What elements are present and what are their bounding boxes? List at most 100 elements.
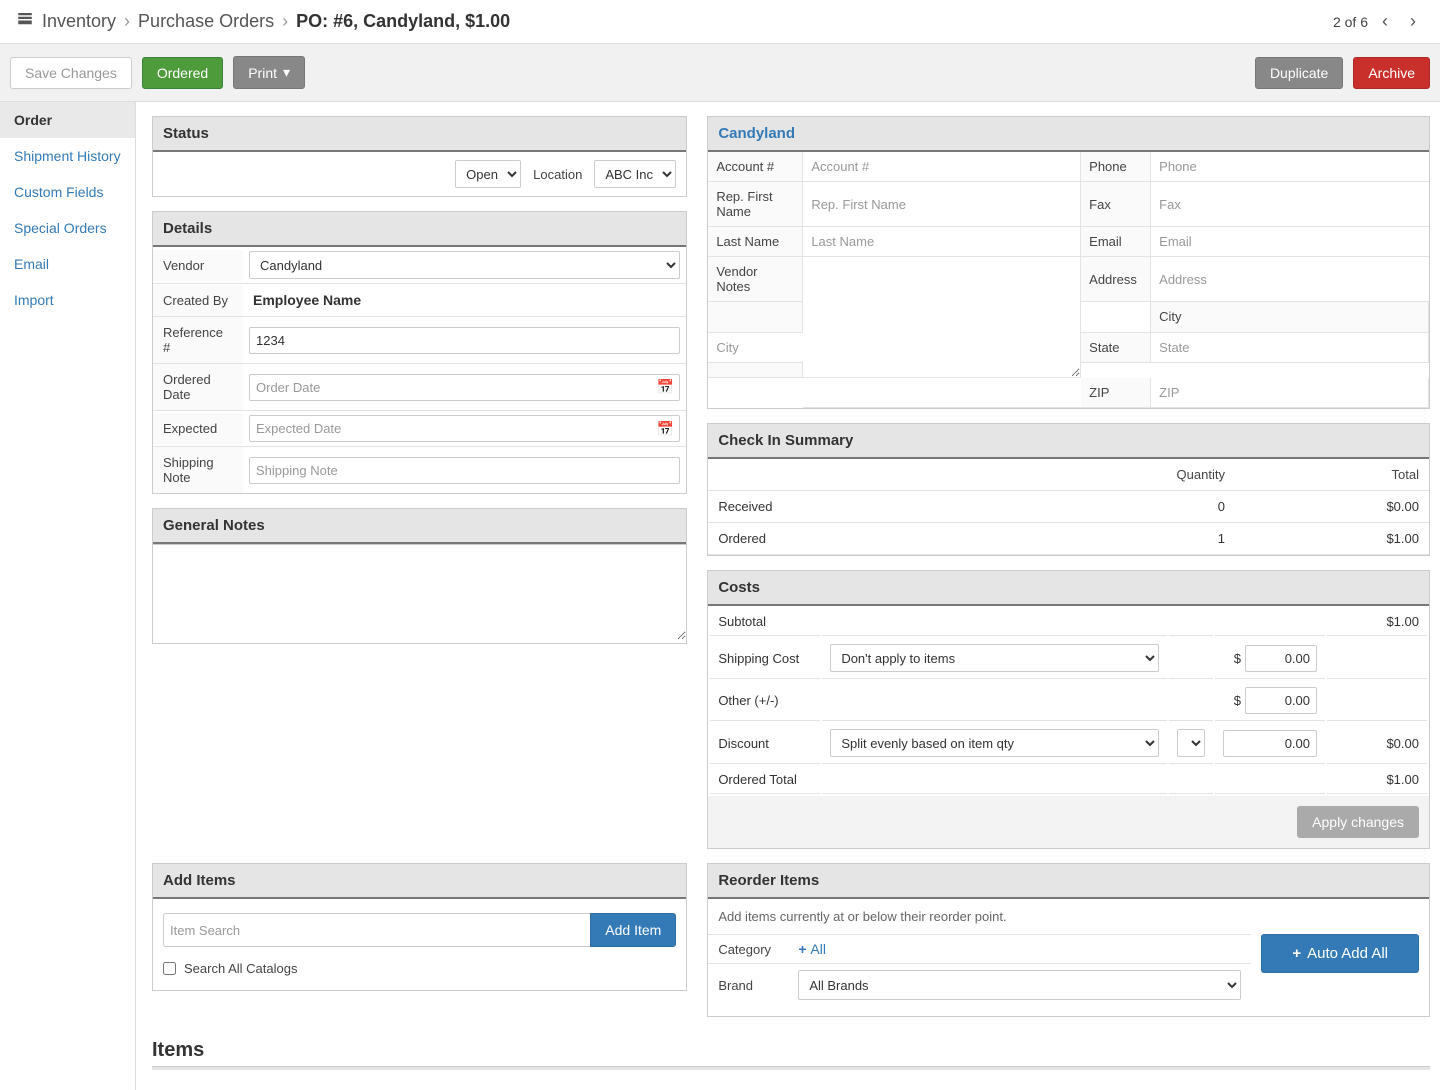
vendor-contact-title[interactable]: Candyland	[708, 117, 1429, 152]
address-label: Address	[1081, 257, 1151, 302]
phone-input[interactable]	[1159, 159, 1421, 174]
shipping-note-input[interactable]	[249, 457, 680, 484]
vendor-select[interactable]: Candyland	[249, 251, 680, 279]
subtotal-label: Subtotal	[710, 608, 820, 636]
received-total: $0.00	[1235, 491, 1429, 523]
details-panel: Details Vendor Candyland Created By Empl…	[152, 211, 687, 494]
shipping-cost-select[interactable]: Don't apply to items	[830, 644, 1159, 672]
received-qty: 0	[982, 491, 1235, 523]
received-label: Received	[708, 491, 982, 523]
chevron-down-icon: ▾	[283, 64, 290, 81]
sidebar: Order Shipment History Custom Fields Spe…	[0, 102, 136, 1090]
sidebar-item-order[interactable]: Order	[0, 102, 135, 138]
breadcrumb-mid[interactable]: Purchase Orders	[138, 11, 274, 32]
chevron-right-icon: ›	[124, 11, 130, 32]
reference-input[interactable]	[249, 327, 680, 354]
account-input[interactable]	[811, 159, 1072, 174]
sidebar-item-import[interactable]: Import	[0, 282, 135, 318]
details-title: Details	[153, 212, 686, 247]
qty-header: Quantity	[982, 459, 1235, 491]
shipping-cost-label: Shipping Cost	[710, 638, 820, 679]
auto-add-all-button[interactable]: + Auto Add All	[1261, 934, 1419, 973]
discount-label: Discount	[710, 723, 820, 764]
vendor-contact-panel: Candyland Account # Phone Rep. First Nam…	[707, 116, 1430, 409]
print-button[interactable]: Print ▾	[233, 56, 305, 89]
print-label: Print	[248, 65, 277, 81]
category-label: Category	[718, 942, 788, 957]
location-label: Location	[533, 167, 582, 182]
apply-changes-button[interactable]: Apply changes	[1297, 806, 1419, 838]
items-section-title: Items	[152, 1031, 1430, 1066]
last-name-label: Last Name	[708, 227, 803, 257]
brand-select[interactable]: All Brands	[798, 970, 1241, 1000]
shipping-cost-input[interactable]	[1245, 645, 1317, 672]
fax-input[interactable]	[1159, 197, 1421, 212]
subtotal-value: $1.00	[1327, 608, 1427, 636]
breadcrumb-bar: Inventory › Purchase Orders › PO: #6, Ca…	[0, 0, 1440, 44]
sidebar-item-custom-fields[interactable]: Custom Fields	[0, 174, 135, 210]
sidebar-item-shipment-history[interactable]: Shipment History	[0, 138, 135, 174]
vendor-label: Vendor	[153, 250, 243, 281]
address-input[interactable]	[1159, 272, 1421, 287]
ordered-total: $1.00	[1235, 523, 1429, 555]
category-all-link[interactable]: + All	[798, 941, 826, 957]
ordered-total-label: Ordered Total	[710, 766, 820, 794]
reorder-note: Add items currently at or below their re…	[708, 899, 1429, 934]
sidebar-item-special-orders[interactable]: Special Orders	[0, 210, 135, 246]
ordered-button[interactable]: Ordered	[142, 57, 223, 89]
general-notes-textarea[interactable]	[153, 544, 686, 640]
duplicate-button[interactable]: Duplicate	[1255, 57, 1343, 89]
pager-next-button[interactable]: ›	[1402, 11, 1424, 33]
checkin-panel: Check In Summary Quantity Total Received…	[707, 423, 1430, 556]
email-label: Email	[1081, 227, 1151, 257]
add-items-title: Add Items	[153, 864, 686, 899]
table-row: Received 0 $0.00	[708, 491, 1429, 523]
vendor-notes-textarea[interactable]	[803, 257, 1080, 377]
ordered-date-label: Ordered Date	[153, 364, 243, 410]
sidebar-item-email[interactable]: Email	[0, 246, 135, 282]
city-input[interactable]	[716, 340, 795, 355]
search-all-catalogs-label[interactable]: Search All Catalogs	[163, 947, 676, 976]
ordered-total-value: $1.00	[1327, 766, 1427, 794]
state-label: State	[1081, 333, 1151, 363]
chevron-right-icon: ›	[282, 11, 288, 32]
state-input[interactable]	[1159, 340, 1420, 355]
createdby-label: Created By	[153, 285, 243, 316]
add-items-panel: Add Items Add Item Search All Catalogs	[152, 863, 687, 991]
last-name-input[interactable]	[811, 234, 1072, 249]
fax-label: Fax	[1081, 182, 1151, 227]
expected-date-input[interactable]	[249, 415, 680, 442]
plus-icon: +	[1292, 945, 1301, 962]
items-rule	[152, 1066, 1430, 1070]
archive-button[interactable]: Archive	[1353, 57, 1430, 89]
checkin-title: Check In Summary	[708, 424, 1429, 459]
discount-select[interactable]: Split evenly based on item qty	[830, 729, 1159, 757]
currency-symbol: $	[1234, 693, 1241, 708]
toolbar: Save Changes Ordered Print ▾ Duplicate A…	[0, 44, 1440, 102]
zip-label: ZIP	[1081, 378, 1151, 408]
pager-text: 2 of 6	[1333, 14, 1368, 30]
reorder-items-panel: Reorder Items Add items currently at or …	[707, 863, 1430, 1017]
email-input[interactable]	[1159, 234, 1421, 249]
general-notes-panel: General Notes	[152, 508, 687, 644]
add-item-button[interactable]: Add Item	[590, 913, 676, 947]
search-all-catalogs-checkbox[interactable]	[163, 962, 176, 975]
discount-currency-select[interactable]: $	[1177, 729, 1205, 757]
other-cost-input[interactable]	[1245, 687, 1317, 714]
rep-first-label: Rep. First Name	[708, 182, 803, 227]
breadcrumb-root[interactable]: Inventory	[42, 11, 116, 32]
ordered-date-input[interactable]	[249, 374, 680, 401]
pager-prev-button[interactable]: ‹	[1374, 11, 1396, 33]
city-label: City	[1151, 302, 1429, 332]
costs-title: Costs	[708, 571, 1429, 606]
zip-input[interactable]	[1159, 385, 1420, 400]
rep-first-input[interactable]	[811, 197, 1072, 212]
expected-date-label: Expected	[153, 413, 243, 444]
status-select[interactable]: Open	[455, 160, 521, 188]
general-notes-title: General Notes	[153, 509, 686, 544]
location-select[interactable]: ABC Inc	[594, 160, 676, 188]
other-label: Other (+/-)	[710, 681, 820, 721]
item-search-input[interactable]	[163, 913, 590, 947]
total-header: Total	[1235, 459, 1429, 491]
discount-input[interactable]	[1223, 730, 1317, 757]
